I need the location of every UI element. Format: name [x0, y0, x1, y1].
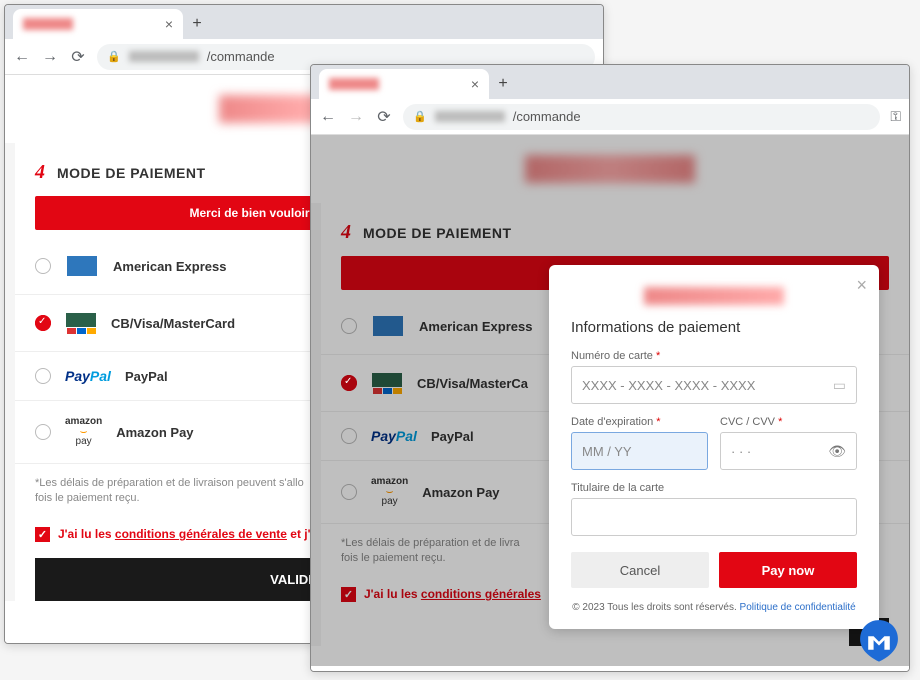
card-number-label: Numéro de carte *: [571, 350, 857, 362]
visibility-toggle-icon[interactable]: 👁: [828, 443, 846, 460]
payment-option-label: Amazon Pay: [116, 425, 193, 440]
url-path: /commande: [513, 109, 581, 124]
cancel-button[interactable]: Cancel: [571, 552, 709, 588]
credit-card-icon: ▭: [833, 377, 846, 394]
close-tab-icon[interactable]: ×: [165, 16, 173, 32]
radio-icon[interactable]: [35, 368, 51, 384]
malwarebytes-logo-icon: [852, 612, 906, 666]
payment-option-label: CB/Visa/MasterCard: [111, 316, 235, 331]
tos-link[interactable]: conditions générales de vente: [115, 527, 287, 541]
cardholder-input[interactable]: [571, 498, 857, 536]
modal-title: Informations de paiement: [571, 319, 857, 336]
amazon-pay-icon: amazon⌣pay: [65, 417, 102, 447]
password-key-icon[interactable]: ⚿: [890, 108, 901, 125]
tab-title-redacted: [23, 18, 73, 30]
forward-icon[interactable]: →: [41, 48, 59, 66]
cvv-label: CVC / CVV *: [720, 416, 857, 428]
payment-modal: × Informations de paiement Numéro de car…: [549, 265, 879, 629]
amex-icon: [65, 254, 99, 278]
radio-icon[interactable]: [35, 258, 51, 274]
new-tab-button[interactable]: +: [183, 15, 211, 39]
browser-tab[interactable]: ×: [319, 69, 489, 99]
forward-icon: →: [347, 108, 365, 126]
back-icon[interactable]: ←: [13, 48, 31, 66]
url-input[interactable]: 🔒 /commande: [403, 104, 880, 130]
close-icon[interactable]: ×: [856, 275, 867, 296]
payment-option-label: PayPal: [125, 369, 168, 384]
expiry-label: Date d'expiration *: [571, 416, 708, 428]
url-host-redacted: [129, 51, 199, 62]
radio-icon[interactable]: [35, 424, 51, 440]
tab-bar: × +: [5, 5, 603, 39]
cardholder-label: Titulaire de la carte: [571, 482, 857, 494]
lock-icon: 🔒: [413, 110, 427, 123]
new-tab-button[interactable]: +: [489, 75, 517, 99]
tos-text: J'ai lu les conditions générales de vent…: [58, 527, 335, 541]
browser-tab[interactable]: ×: [13, 9, 183, 39]
privacy-link[interactable]: Politique de confidentialité: [740, 602, 856, 613]
paypal-icon: PayPal: [65, 368, 111, 384]
card-number-input[interactable]: XXXX - XXXX - XXXX - XXXX ▭: [571, 366, 857, 404]
address-bar: ← → ⟳ 🔒 /commande ⚿: [311, 99, 909, 135]
expiry-input[interactable]: MM / YY: [571, 432, 708, 470]
checkbox-checked-icon[interactable]: ✓: [35, 527, 50, 542]
modal-brand-redacted: [644, 287, 784, 305]
tab-title-redacted: [329, 78, 379, 90]
section-title: MODE DE PAIEMENT: [57, 165, 206, 181]
reload-icon[interactable]: ⟳: [375, 107, 393, 127]
close-tab-icon[interactable]: ×: [471, 76, 479, 92]
step-number: 4: [35, 161, 45, 184]
cvv-input[interactable]: · · · 👁: [720, 432, 857, 470]
url-path: /commande: [207, 49, 275, 64]
pay-now-button[interactable]: Pay now: [719, 552, 857, 588]
back-icon[interactable]: ←: [319, 108, 337, 126]
modal-footer: © 2023 Tous les droits sont réservés. Po…: [571, 602, 857, 613]
radio-icon-selected[interactable]: [35, 315, 51, 331]
cb-icon: [65, 311, 97, 335]
url-host-redacted: [435, 111, 505, 122]
payment-option-label: American Express: [113, 259, 226, 274]
browser-window-front: × + ← → ⟳ 🔒 /commande ⚿ 4 MODE DE PAIEME…: [310, 64, 910, 672]
reload-icon[interactable]: ⟳: [69, 47, 87, 67]
lock-icon: 🔒: [107, 50, 121, 63]
tab-bar: × +: [311, 65, 909, 99]
